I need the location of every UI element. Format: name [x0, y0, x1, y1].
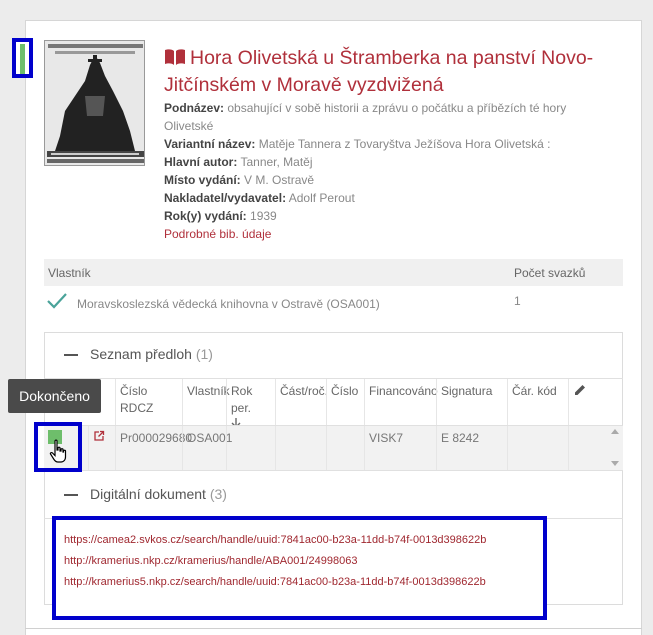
owner-row: Moravskoslezská vědecká knihovna v Ostra…: [44, 290, 623, 318]
scroll-down-icon[interactable]: [611, 461, 619, 466]
divider: [25, 628, 642, 629]
meta-main-author: Hlavní autor: Tanner, Matěj: [164, 155, 313, 169]
digital-link[interactable]: http://kramerius.nkp.cz/kramerius/handle…: [64, 555, 358, 567]
cell-part: [275, 426, 327, 470]
status-bar: [20, 44, 25, 74]
digital-links-box: https://camea2.svkos.cz/search/handle/uu…: [52, 516, 547, 620]
cover-thumbnail[interactable]: [44, 40, 145, 166]
col-owner[interactable]: Vlastník: [182, 379, 230, 425]
scroll-up-icon[interactable]: [611, 429, 619, 434]
book-icon: [164, 48, 186, 73]
check-icon: [46, 292, 68, 313]
owners-header-owner: Vlastník: [48, 266, 91, 280]
col-edit: [568, 379, 623, 425]
detail-link[interactable]: Podrobné bib. údaje: [164, 225, 584, 243]
owner-volumes: 1: [514, 294, 521, 308]
collapse-icon: [64, 494, 78, 497]
templates-table-header: Číslo RDCZ Vlastník Rok per. Část/roč. Č…: [44, 378, 623, 428]
digital-link[interactable]: http://kramerius5.nkp.cz/search/handle/u…: [64, 576, 486, 588]
hand-cursor-icon: [49, 439, 67, 468]
cell-external: [88, 426, 115, 470]
cell-signature: E 8242: [436, 426, 508, 470]
meta-year: Rok(y) vydání: 1939: [164, 209, 277, 223]
templates-table-row[interactable]: Pr000029680 OSA001 VISK7 E 8242: [44, 425, 623, 470]
owners-header-volumes: Počet svazků: [514, 266, 586, 280]
collapse-icon: [64, 354, 78, 357]
col-rdcz[interactable]: Číslo RDCZ: [115, 379, 183, 425]
pencil-icon[interactable]: [573, 385, 587, 400]
cell-edit: [568, 426, 608, 470]
record-title[interactable]: Hora Olivetská u Štramberka na panství N…: [164, 46, 614, 98]
status-indicator: [12, 38, 33, 78]
meta-subtitle: Podnázev: obsahující v sobě historii a z…: [164, 101, 567, 133]
templates-section-toggle[interactable]: Seznam předloh (1): [64, 346, 213, 362]
digital-link[interactable]: https://camea2.svkos.cz/search/handle/uu…: [64, 534, 486, 546]
external-link-icon[interactable]: [93, 430, 105, 445]
owners-header: Vlastník Počet svazků: [44, 259, 623, 286]
owner-name: Moravskoslezská vědecká knihovna v Ostra…: [77, 297, 380, 311]
cell-barcode: [507, 426, 569, 470]
cell-funding: VISK7: [364, 426, 437, 470]
col-year[interactable]: Rok per.: [226, 379, 276, 428]
row-scrollbar[interactable]: [607, 425, 621, 470]
col-number[interactable]: Číslo: [326, 379, 365, 425]
record-title-text: Hora Olivetská u Štramberka na panství N…: [164, 47, 594, 96]
divider: [44, 470, 623, 471]
cell-year: [226, 426, 276, 470]
meta-publisher: Nakladatel/vydavatel: Adolf Perout: [164, 191, 355, 205]
meta-variant-title: Variantní název: Matěje Tannera z Tovary…: [164, 137, 551, 151]
col-barcode[interactable]: Čár. kód: [507, 379, 569, 425]
cell-rdcz: Pr000029680: [115, 426, 192, 470]
digital-section-toggle[interactable]: Digitální dokument (3): [64, 486, 227, 502]
cell-owner: OSA001: [182, 426, 232, 470]
col-part[interactable]: Část/roč.: [275, 379, 328, 425]
col-funding[interactable]: Financováno: [364, 379, 438, 425]
cover-image: [45, 41, 144, 165]
meta-place: Místo vydání: V M. Ostravě: [164, 173, 315, 187]
cell-number: [326, 426, 365, 470]
col-signature[interactable]: Signatura: [436, 379, 508, 425]
record-metadata: Podnázev: obsahující v sobě historii a z…: [164, 99, 584, 243]
status-tooltip: Dokončeno: [8, 379, 101, 413]
